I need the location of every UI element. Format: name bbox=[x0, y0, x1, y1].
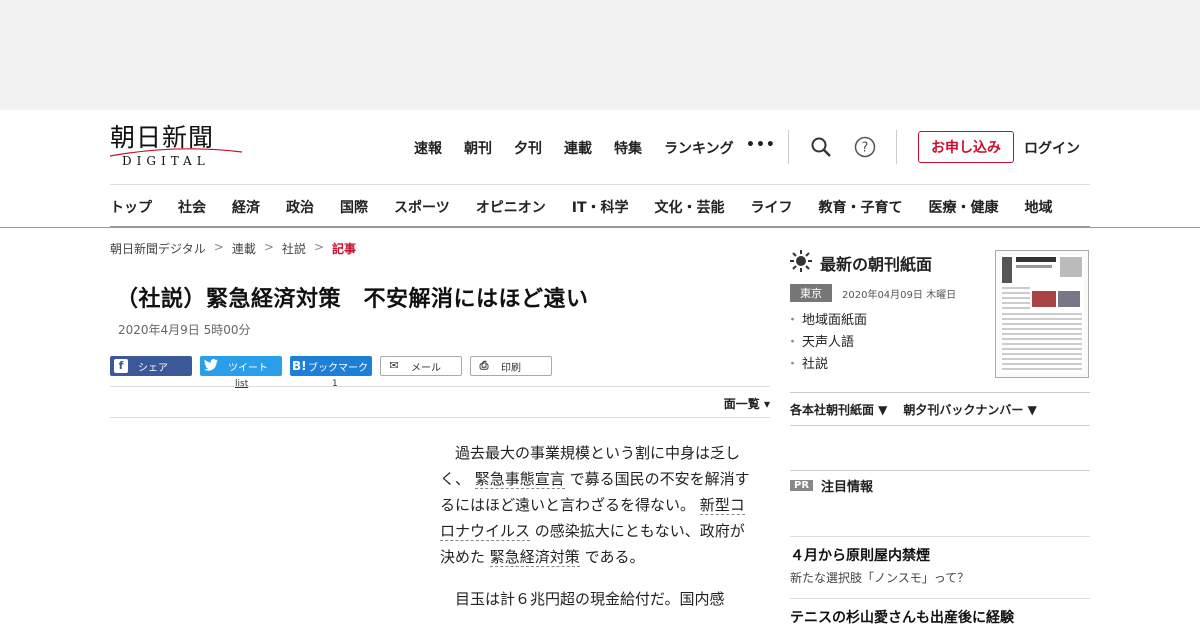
pr-item[interactable]: ４月から原則屋内禁煙 新たな選択肢「ノンスモ」って？ bbox=[790, 536, 1090, 586]
category-politics[interactable]: 政治 bbox=[286, 200, 314, 216]
nav-item-morning[interactable]: 朝刊 bbox=[464, 138, 492, 158]
article-paragraph: 目玉は計６兆円超の現金給付だ。国内感 bbox=[455, 590, 725, 608]
facebook-share-button[interactable]: f シェア bbox=[110, 356, 192, 376]
breadcrumb: 朝日新聞デジタル > 連載 > 社説 > 記事 bbox=[110, 240, 356, 257]
category-culture[interactable]: 文化・芸能 bbox=[655, 200, 725, 216]
category-economy[interactable]: 経済 bbox=[232, 200, 260, 216]
pr-heading: PR 注目情報 bbox=[790, 470, 1090, 500]
site-header: 朝日新聞 DIGITAL 速報 朝刊 夕刊 連載 特集 ランキング ••• ? … bbox=[0, 110, 1200, 184]
newspaper-thumbnail[interactable] bbox=[995, 250, 1089, 378]
keyword-link[interactable]: 緊急事態宣言 bbox=[474, 470, 565, 489]
backnumber-dropdown[interactable]: 朝夕刊バックナンバー ▼ bbox=[903, 401, 1036, 418]
category-it-science[interactable]: IT・科学 bbox=[572, 200, 629, 216]
nav-item-series[interactable]: 連載 bbox=[564, 138, 592, 158]
article-main: 朝日新聞デジタル > 連載 > 社説 > 記事 （社説）緊急経済対策 不安解消に… bbox=[110, 240, 770, 608]
site-logo[interactable]: 朝日新聞 DIGITAL bbox=[110, 124, 242, 168]
article-date: 2020年4月9日 5時00分 bbox=[118, 323, 251, 337]
twitter-icon bbox=[204, 359, 218, 373]
top-nav: 速報 朝刊 夕刊 連載 特集 ランキング bbox=[414, 138, 756, 158]
category-top[interactable]: トップ bbox=[110, 200, 152, 216]
category-society[interactable]: 社会 bbox=[178, 200, 206, 216]
pr-badge: PR bbox=[790, 480, 814, 491]
search-icon[interactable] bbox=[810, 136, 832, 162]
mail-share-button[interactable]: ✉ メール bbox=[380, 356, 462, 376]
backnumber-bar: 各本社朝刊紙面 ▼ 朝夕刊バックナンバー ▼ bbox=[790, 392, 1090, 426]
article-body: 過去最大の事業規模という割に中身は乏しく、 緊急事態宣言 で募る国民の不安を解消… bbox=[440, 440, 750, 628]
divider bbox=[788, 130, 789, 164]
page-list-bar: 面一覧 ▾ bbox=[110, 386, 770, 418]
svg-text:?: ? bbox=[862, 141, 869, 156]
ad-banner bbox=[0, 0, 1200, 110]
category-education[interactable]: 教育・子育て bbox=[819, 200, 903, 216]
article-paragraph: 過去最大の事業規模という割に中身は乏しく、 緊急事態宣言 で募る国民の不安を解消… bbox=[440, 444, 750, 567]
hatena-bookmark-button[interactable]: B! ブックマーク bbox=[290, 356, 372, 376]
breadcrumb-current: 記事 bbox=[331, 242, 356, 256]
nav-item-features[interactable]: 特集 bbox=[614, 138, 642, 158]
category-opinion[interactable]: オピニオン bbox=[476, 200, 546, 216]
login-link[interactable]: ログイン bbox=[1024, 138, 1080, 158]
region-badge: 東京 bbox=[790, 284, 832, 302]
logo-swoosh bbox=[110, 148, 242, 157]
breadcrumb-series[interactable]: 連載 bbox=[232, 240, 256, 257]
article-title: （社説）緊急経済対策 不安解消にはほど遠い bbox=[116, 287, 589, 312]
pr-item[interactable]: テニスの杉山愛さんも出産後に経験 bbox=[790, 598, 1090, 627]
print-button[interactable]: ⎙ 印刷 bbox=[470, 356, 552, 376]
divider bbox=[896, 130, 897, 164]
sun-icon bbox=[790, 250, 812, 276]
page-list-toggle[interactable]: 面一覧 ▾ bbox=[724, 395, 770, 412]
print-icon: ⎙ bbox=[479, 359, 489, 372]
breadcrumb-editorial[interactable]: 社説 bbox=[282, 240, 306, 257]
nav-item-breaking[interactable]: 速報 bbox=[414, 138, 442, 158]
hatena-icon: B! bbox=[292, 359, 307, 373]
keyword-link[interactable]: 緊急経済対策 bbox=[489, 548, 580, 567]
more-icon[interactable]: ••• bbox=[746, 137, 776, 153]
category-region[interactable]: 地域 bbox=[1025, 200, 1053, 216]
sidebar: 最新の朝刊紙面 東京 2020年04月09日 木曜日 地域面紙面 天声人語 社説… bbox=[786, 240, 1090, 626]
category-health[interactable]: 医療・健康 bbox=[929, 200, 999, 216]
category-nav: トップ 社会 経済 政治 国際 スポーツ オピニオン IT・科学 文化・芸能 ライフ 教育・子育て 医… bbox=[110, 184, 1090, 227]
category-life[interactable]: ライフ bbox=[751, 200, 793, 216]
twitter-share-button[interactable]: ツイート bbox=[200, 356, 282, 376]
subscribe-button[interactable]: お申し込み bbox=[918, 131, 1014, 163]
share-buttons: f シェア ツイート B! ブックマーク ✉ メール ⎙ 印刷 bbox=[110, 356, 770, 376]
paper-date: 2020年04月09日 木曜日 bbox=[842, 289, 957, 301]
breadcrumb-home[interactable]: 朝日新聞デジタル bbox=[110, 240, 206, 257]
category-international[interactable]: 国際 bbox=[340, 200, 368, 216]
nav-item-ranking[interactable]: ランキング bbox=[664, 138, 734, 158]
facebook-icon: f bbox=[114, 359, 128, 373]
mail-icon: ✉ bbox=[389, 359, 399, 372]
nav-underline bbox=[0, 227, 1200, 228]
help-icon[interactable]: ? bbox=[854, 136, 876, 162]
nav-item-evening[interactable]: 夕刊 bbox=[514, 138, 542, 158]
category-sports[interactable]: スポーツ bbox=[394, 200, 450, 216]
regional-paper-dropdown[interactable]: 各本社朝刊紙面 ▼ bbox=[790, 401, 887, 418]
